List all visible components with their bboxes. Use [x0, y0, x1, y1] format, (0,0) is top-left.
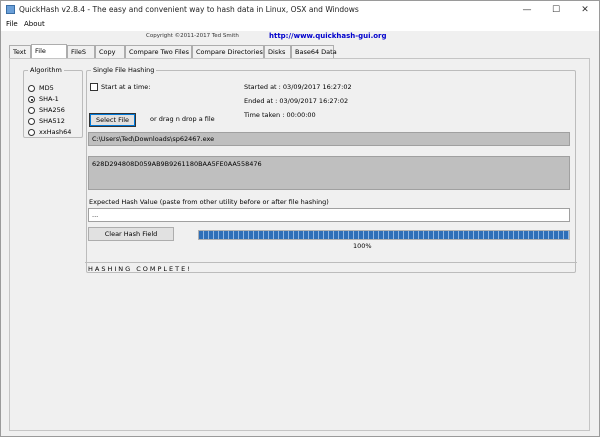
app-icon	[6, 5, 15, 14]
menu-bar: File About	[1, 19, 599, 31]
radio-button[interactable]	[28, 118, 35, 125]
radio-button[interactable]	[28, 107, 35, 114]
radio-label: MD5	[39, 84, 54, 92]
file-path-field[interactable]: C:\Users\Ted\Downloads\sp62467.exe	[88, 132, 570, 146]
radio-label: xxHash64	[39, 128, 72, 136]
website-link[interactable]: http://www.quickhash-gui.org	[269, 32, 387, 40]
drag-drop-hint: or drag n drop a file	[150, 115, 215, 123]
ended-at-label: Ended at : 03/09/2017 16:27:02	[244, 97, 349, 105]
expected-hash-label: Expected Hash Value (paste from other ut…	[89, 198, 329, 206]
single-file-legend: Single File Hashing	[93, 66, 155, 74]
expected-hash-input[interactable]: ...	[88, 208, 570, 222]
radio-label: SHA512	[39, 117, 65, 125]
menu-about[interactable]: About	[24, 20, 45, 28]
progress-percent-label: 100%	[353, 242, 372, 250]
radio-label: SHA-1	[39, 95, 59, 103]
tab-base64-data[interactable]: Base64 Data	[291, 45, 337, 58]
status-text: HASHING COMPLETE!	[88, 265, 192, 273]
maximize-button[interactable]: ☐	[542, 1, 570, 19]
radio-button[interactable]	[28, 129, 35, 136]
radio-button[interactable]	[28, 85, 35, 92]
algorithm-group: Algorithm MD5 SHA-1 SHA256 SHA512 xxHash…	[23, 66, 83, 138]
clear-hash-button[interactable]: Clear Hash Field	[88, 227, 174, 241]
close-button[interactable]: ✕	[571, 1, 599, 19]
tab-disks[interactable]: Disks	[264, 45, 291, 58]
window-title: QuickHash v2.8.4 - The easy and convenie…	[19, 5, 359, 14]
minimize-button[interactable]: —	[513, 1, 541, 19]
tab-compare-two-files[interactable]: Compare Two Files	[125, 45, 192, 58]
started-at-label: Started at : 03/09/2017 16:27:02	[244, 83, 352, 91]
progress-fill	[199, 231, 569, 239]
menu-file[interactable]: File	[6, 20, 18, 28]
select-file-button[interactable]: Select File	[89, 113, 136, 127]
title-bar: QuickHash v2.8.4 - The easy and convenie…	[1, 1, 599, 19]
tab-file[interactable]: File	[31, 44, 67, 58]
copyright-text: Copyright ©2011-2017 Ted Smith	[146, 33, 239, 39]
start-at-checkbox[interactable]	[90, 83, 98, 91]
radio-label: SHA256	[39, 106, 65, 114]
tab-compare-directories[interactable]: Compare Directories	[192, 45, 264, 58]
tab-text[interactable]: Text	[9, 45, 31, 58]
algorithm-legend: Algorithm	[30, 66, 62, 74]
hash-output-field[interactable]: 628D294808D059AB9B9261180BAA5FE0AA558476	[88, 156, 570, 190]
app-window: QuickHash v2.8.4 - The easy and convenie…	[0, 0, 600, 437]
tab-copy[interactable]: Copy	[95, 45, 125, 58]
status-panel: HASHING COMPLETE!	[85, 262, 577, 274]
start-at-label: Start at a time:	[101, 83, 151, 91]
tab-files[interactable]: FileS	[67, 45, 95, 58]
progress-bar	[198, 230, 570, 240]
time-taken-label: Time taken : 00:00:00	[244, 111, 316, 119]
radio-button-selected[interactable]	[28, 96, 35, 103]
